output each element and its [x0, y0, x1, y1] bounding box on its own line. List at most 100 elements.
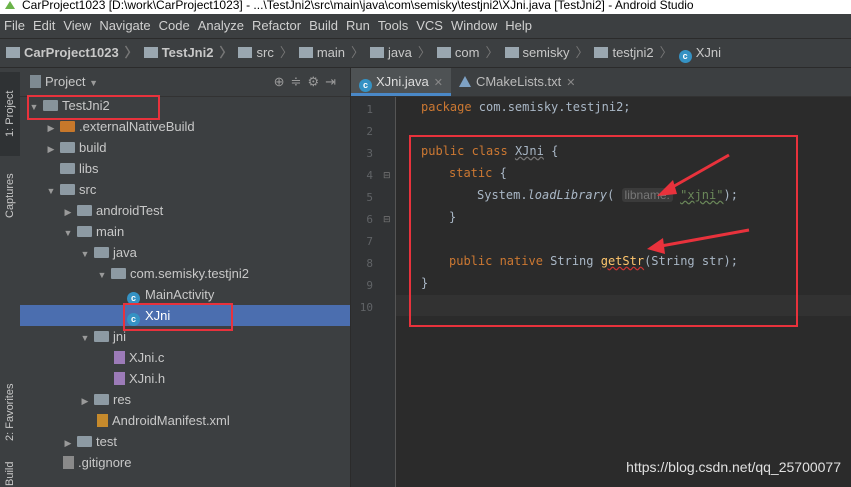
tree-item[interactable]: ▼ java — [20, 242, 350, 263]
project-panel: Project ▼ ⊕≑⚙⇥ ▼ TestJni2 ▶ .externalNative… — [20, 68, 367, 487]
collapse-arrow-icon[interactable]: ▶ — [62, 202, 74, 223]
project-panel-toolbar: ⊕≑⚙⇥ — [274, 68, 342, 96]
project-view-selector[interactable]: Project — [45, 74, 85, 89]
tree-item-label: jni — [113, 329, 127, 344]
class-icon: c — [678, 50, 692, 63]
gear-icon[interactable]: ⚙ — [307, 74, 325, 89]
tree-item[interactable]: ▶ androidTest — [20, 200, 350, 221]
tree-item[interactable]: ▶ res — [20, 389, 350, 410]
module-folder-icon — [143, 47, 158, 58]
tree-item[interactable]: ▼ com.semisky.testjni2 — [20, 263, 350, 284]
highlight-box-module — [27, 95, 160, 120]
tree-item[interactable]: libs — [20, 158, 350, 179]
tree-item[interactable]: c MainActivity — [20, 284, 350, 305]
folder-icon — [504, 47, 519, 58]
breadcrumb-com[interactable]: com 〉 — [431, 39, 499, 67]
tree-item-label: res — [113, 392, 132, 407]
menu-view[interactable]: View — [59, 14, 95, 38]
breadcrumb-xjni[interactable]: c XJni — [673, 39, 721, 67]
tree-item-label: java — [113, 245, 137, 260]
folder-icon — [238, 47, 253, 58]
menu-tools[interactable]: Tools — [374, 14, 412, 38]
menu-refactor[interactable]: Refactor — [248, 14, 305, 38]
collapse-arrow-icon[interactable]: ▶ — [45, 139, 57, 160]
tree-item-label: src — [79, 182, 97, 197]
collapse-all-icon[interactable]: ≑ — [291, 74, 308, 89]
folder-icon — [594, 47, 609, 58]
menu-build[interactable]: Build — [305, 14, 342, 38]
menu-help[interactable]: Help — [501, 14, 536, 38]
folder-icon — [77, 205, 92, 216]
menu-vcs[interactable]: VCS — [412, 14, 447, 38]
build-folder-icon — [60, 121, 75, 132]
tree-item[interactable]: ▶ test — [20, 431, 350, 452]
expand-arrow-icon[interactable]: ▼ — [79, 244, 91, 265]
folder-icon — [94, 247, 109, 258]
tree-item-label: main — [96, 224, 125, 239]
folder-icon — [436, 47, 451, 58]
xml-file-icon — [97, 414, 108, 427]
tree-item[interactable]: ▶ build — [20, 137, 350, 158]
folder-icon — [94, 331, 109, 342]
menu-window[interactable]: Window — [447, 14, 501, 38]
breadcrumb-src[interactable]: src 〉 — [232, 39, 293, 67]
tree-item[interactable]: ▼ src — [20, 179, 350, 200]
highlight-box-code — [409, 135, 798, 327]
expand-arrow-icon[interactable]: ▼ — [79, 328, 91, 349]
menu-run[interactable]: Run — [342, 14, 374, 38]
tree-item[interactable]: AndroidManifest.xml — [20, 410, 350, 431]
project-panel-header: Project ▼ ⊕≑⚙⇥ — [20, 68, 350, 97]
window-title-bar: CarProject1023 [D:\work\CarProject1023] … — [0, 0, 851, 14]
tree-item[interactable]: XJni.c — [20, 347, 350, 368]
scroll-from-source-icon[interactable]: ⊕ — [274, 74, 291, 89]
folder-icon — [370, 47, 385, 58]
tool-window-build-tab[interactable]: Build — [0, 462, 20, 486]
menu-edit[interactable]: Edit — [29, 14, 59, 38]
folder-icon — [94, 394, 109, 405]
tree-item[interactable]: .gitignore — [20, 452, 350, 473]
breadcrumb-module[interactable]: TestJni2 〉 — [138, 39, 232, 67]
folder-icon — [60, 163, 75, 174]
tool-window-project-tab[interactable]: 1: Project — [0, 72, 20, 156]
tree-item[interactable]: ▼ main — [20, 221, 350, 242]
git-file-icon — [63, 456, 74, 469]
folder-icon — [60, 184, 75, 195]
c-file-icon — [114, 351, 125, 364]
breadcrumb-testjni2[interactable]: testjni2 〉 — [588, 39, 673, 67]
tree-item-label: com.semisky.testjni2 — [130, 266, 249, 281]
expand-arrow-icon[interactable]: ▼ — [45, 181, 57, 202]
tree-item[interactable]: XJni.h — [20, 368, 350, 389]
hide-panel-icon[interactable]: ⇥ — [325, 74, 342, 89]
c-file-icon — [114, 372, 125, 385]
tree-item-label: .externalNativeBuild — [79, 119, 195, 134]
android-studio-logo-icon — [4, 0, 16, 10]
breadcrumb-project[interactable]: CarProject1023 〉 — [0, 39, 138, 67]
menu-bar: File Edit View Navigate Code Analyze Refactor B… — [0, 14, 851, 38]
tool-window-favorites-tab[interactable]: 2: Favorites — [0, 368, 20, 456]
breadcrumb-semisky[interactable]: semisky 〉 — [499, 39, 588, 67]
window-title: CarProject1023 [D:\work\CarProject1023] … — [22, 0, 694, 12]
left-tool-window-bar: 1: Project Captures 2: Favorites Build — [0, 68, 21, 487]
expand-arrow-icon[interactable]: ▼ — [96, 265, 108, 286]
collapse-arrow-icon[interactable]: ▶ — [79, 391, 91, 412]
folder-icon — [298, 47, 313, 58]
menu-file[interactable]: File — [0, 14, 29, 38]
collapse-arrow-icon[interactable]: ▶ — [45, 118, 57, 139]
chevron-down-icon[interactable]: ▼ — [89, 78, 98, 88]
collapse-arrow-icon[interactable]: ▶ — [62, 433, 74, 454]
menu-code[interactable]: Code — [155, 14, 194, 38]
tree-item-label: build — [79, 140, 107, 155]
breadcrumb-main[interactable]: main 〉 — [293, 39, 364, 67]
tree-item-label: androidTest — [96, 203, 164, 218]
tree-item-label: XJni.h — [129, 371, 166, 386]
tree-item-label: XJni.c — [129, 350, 165, 365]
folder-icon — [60, 142, 75, 153]
tree-item-label: MainActivity — [145, 287, 215, 302]
tree-item-label: AndroidManifest.xml — [112, 413, 230, 428]
menu-navigate[interactable]: Navigate — [95, 14, 154, 38]
tool-window-captures-tab[interactable]: Captures — [0, 164, 20, 228]
expand-arrow-icon[interactable]: ▼ — [62, 223, 74, 244]
breadcrumb-java[interactable]: java 〉 — [364, 39, 431, 67]
menu-analyze[interactable]: Analyze — [194, 14, 248, 38]
highlight-box-xjni — [123, 303, 233, 331]
